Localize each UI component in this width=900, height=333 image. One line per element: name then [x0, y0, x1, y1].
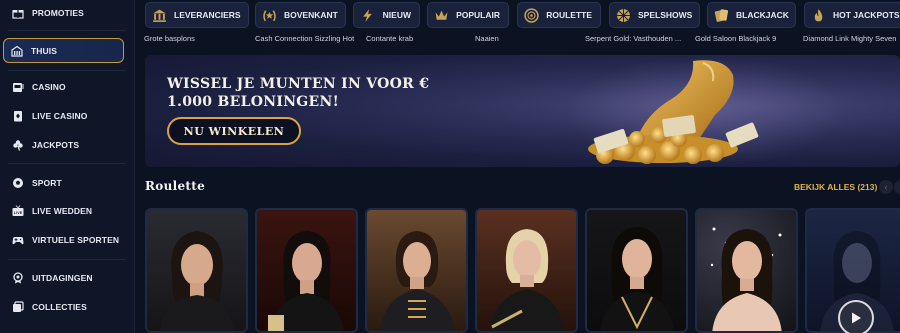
shop-now-button[interactable]: NU WINKELEN — [167, 117, 301, 145]
sidebar-item-sport[interactable]: SPORT — [0, 170, 135, 196]
game-card[interactable] — [475, 208, 578, 333]
category-strip: LEVERANCIERS BOVENKANT NIEUW POPULAIR RO… — [135, 0, 900, 52]
category-label: BLACKJACK — [736, 10, 789, 20]
sidebar-item-label: COLLECTIES — [32, 302, 87, 312]
category-label: HOT JACKPOTS — [833, 10, 900, 20]
cornucopia-illustration — [588, 60, 759, 164]
category-nieuw[interactable]: NIEUW — [353, 2, 420, 28]
dealer-image — [159, 231, 234, 331]
category-spelshows[interactable]: SPELSHOWS — [609, 2, 700, 28]
sidebar-item-label: VIRTUELE SPORTEN — [32, 235, 120, 245]
cards-icon — [714, 7, 729, 23]
sidebar-item-promoties[interactable]: PROMOTIES — [0, 0, 135, 26]
gamepad-icon — [11, 234, 24, 247]
wheel-icon — [616, 7, 631, 23]
dealer-image — [599, 227, 674, 331]
sidebar-item-casino[interactable]: CASINO — [0, 74, 135, 100]
divider — [8, 70, 126, 71]
sidebar-item-label: SPORT — [32, 178, 62, 188]
lightning-icon — [360, 7, 376, 23]
sidebar-item-uitdagingen[interactable]: UITDAGINGEN — [0, 265, 135, 291]
live-tv-icon: LIVE — [11, 205, 24, 218]
soccer-ball-icon — [11, 177, 24, 190]
collection-icon — [11, 301, 24, 314]
category-label: BOVENKANT — [284, 10, 338, 20]
dealer-image — [267, 231, 344, 331]
sidebar-item-label: PROMOTIES — [32, 8, 84, 18]
divider — [8, 259, 126, 260]
slot-icon — [11, 81, 24, 94]
category-blackjack[interactable]: BLACKJACK — [707, 2, 796, 28]
category-roulette[interactable]: ROULETTE — [517, 2, 601, 28]
gift-icon — [11, 7, 24, 20]
sidebar-item-label: LIVE CASINO — [32, 111, 88, 121]
category-sub-bovenkant[interactable]: Cash Connection Sizzling Hot — [255, 34, 354, 43]
category-leveranciers[interactable]: LEVERANCIERS — [145, 2, 249, 28]
dealer-image — [379, 231, 454, 331]
game-card[interactable] — [145, 208, 248, 333]
category-sub-blackjack[interactable]: Gold Saloon Blackjack 9 — [695, 34, 776, 43]
category-bovenkant[interactable]: BOVENKANT — [255, 2, 346, 28]
sidebar-item-label: CASINO — [32, 82, 66, 92]
category-sub-leveranciers[interactable]: Grote basplons — [144, 34, 195, 43]
category-sub-populair[interactable]: Naaien — [475, 34, 499, 43]
play-icon — [852, 312, 861, 324]
banner-title: WISSEL JE MUNTEN IN VOOR € 1.000 BELONIN… — [167, 76, 430, 110]
clover-icon — [11, 139, 24, 152]
category-sub-nieuw[interactable]: Contante krab — [366, 34, 413, 43]
category-sub-spelshows[interactable]: Serpent Gold: Vasthouden ... — [585, 34, 681, 43]
category-populair[interactable]: POPULAIR — [427, 2, 509, 28]
category-hot-jackpots[interactable]: HOT JACKPOTS — [804, 2, 900, 28]
sidebar-item-live-wedden[interactable]: LIVE LIVE WEDDEN — [0, 198, 135, 224]
building-icon — [152, 7, 167, 23]
crown-icon — [434, 7, 449, 23]
game-card[interactable] — [365, 208, 468, 333]
category-label: NIEUW — [382, 10, 411, 20]
laurel-icon — [262, 7, 277, 23]
sidebar-item-jackpots[interactable]: JACKPOTS — [0, 132, 135, 158]
dealer-image — [489, 229, 564, 331]
sidebar-item-label: LIVE WEDDEN — [32, 206, 93, 216]
sidebar-item-virtuele-sporten[interactable]: VIRTUELE SPORTEN — [0, 227, 135, 253]
sidebar-item-label: THUIS — [31, 45, 57, 56]
medal-icon — [11, 272, 24, 285]
svg-text:LIVE: LIVE — [13, 211, 22, 215]
game-card[interactable] — [695, 208, 798, 333]
category-label: SPELSHOWS — [638, 10, 693, 20]
game-card[interactable] — [255, 208, 358, 333]
cards-icon — [11, 110, 24, 123]
sidebar-item-thuis[interactable]: THUIS — [3, 38, 124, 63]
game-card[interactable] — [585, 208, 688, 333]
category-label: POPULAIR — [456, 10, 500, 20]
chevron-right-icon[interactable]: › — [894, 180, 900, 194]
category-label: LEVERANCIERS — [174, 10, 241, 20]
see-all-link[interactable]: BEKIJK ALLES (213) — [794, 182, 877, 192]
sidebar-item-label: JACKPOTS — [32, 140, 80, 150]
sidebar-item-label: UITDAGINGEN — [32, 273, 93, 283]
sidebar-item-collecties[interactable]: COLLECTIES — [0, 294, 135, 320]
dealer-image — [710, 227, 782, 331]
sidebar-item-live-casino[interactable]: LIVE CASINO — [0, 103, 135, 129]
roulette-icon — [524, 7, 539, 23]
home-icon — [10, 44, 23, 57]
category-sub-hot-jackpots[interactable]: Diamond Link Mighty Seven — [803, 34, 896, 43]
sidebar: PROMOTIES THUIS CASINO LIVE CASINO JACKP… — [0, 0, 135, 333]
divider — [8, 163, 126, 164]
promo-banner[interactable]: WISSEL JE MUNTEN IN VOOR € 1.000 BELONIN… — [145, 55, 900, 167]
flame-icon — [811, 7, 826, 23]
divider — [8, 30, 126, 31]
play-button[interactable] — [838, 300, 874, 333]
chevron-left-icon[interactable]: ‹ — [879, 180, 893, 194]
section-title: Roulette — [145, 179, 206, 193]
category-label: ROULETTE — [546, 10, 592, 20]
